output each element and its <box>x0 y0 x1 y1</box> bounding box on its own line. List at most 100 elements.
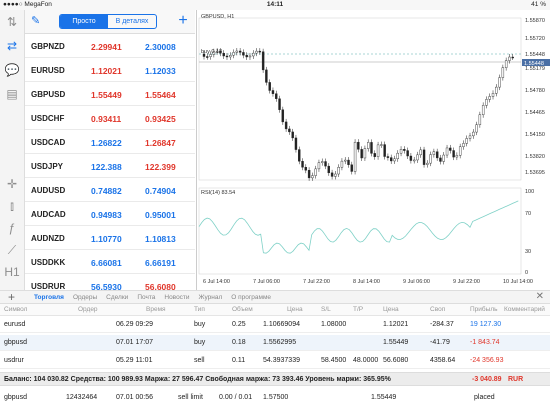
tab-0[interactable]: Торговля <box>34 294 64 301</box>
candle-body <box>314 168 317 176</box>
candle-body <box>360 149 363 159</box>
col-profit: Прибыль <box>470 306 498 313</box>
candle-body <box>429 154 432 164</box>
quote-ask: 0.93425 <box>145 114 176 124</box>
pending-order-row[interactable]: gbpusd 12432464 07.01 00:56 sell limit 0… <box>0 390 550 406</box>
candle-body <box>288 128 291 133</box>
tab-2[interactable]: Сделки <box>106 294 128 301</box>
candle-body <box>245 55 248 58</box>
candle-body <box>422 149 426 165</box>
tab-4[interactable]: Новости <box>164 294 189 301</box>
current-price-label: 1.55448 <box>524 61 544 67</box>
quote-row[interactable]: USDRUR 56.5930 56.6080 <box>25 274 195 290</box>
candle-body <box>445 147 449 156</box>
candle-body <box>340 160 344 168</box>
cell-symbol: eurusd <box>4 321 26 328</box>
candle-body <box>455 155 459 158</box>
cell-swap: -41.79 <box>430 339 450 346</box>
candle-body <box>330 172 334 177</box>
candle-body <box>435 151 439 159</box>
candle-body <box>491 93 495 97</box>
tab-6[interactable]: О программе <box>231 294 271 301</box>
quote-ask: 122.399 <box>145 162 176 172</box>
candle-body <box>353 141 357 172</box>
tab-5[interactable]: Журнал <box>199 294 223 301</box>
objects-icon[interactable]: ⟋ <box>4 242 20 258</box>
quote-row[interactable]: EURUSD 1.12021 1.12033 <box>25 58 195 82</box>
view-mode-switch: Просто В деталях <box>59 14 157 29</box>
candle-body <box>442 154 445 162</box>
timeframe-icon[interactable]: H1 <box>4 264 20 280</box>
quote-row[interactable]: USDCAD 1.26822 1.26847 <box>25 130 195 154</box>
candle-body <box>242 52 245 56</box>
crosshair-icon[interactable]: ✛ <box>4 176 20 192</box>
pencil-icon[interactable]: ✎ <box>31 14 45 28</box>
pending-type: sell limit <box>178 394 203 401</box>
position-row[interactable]: eurusd 06.29 09:29 buy 0.25 1.10669094 1.0800… <box>0 317 550 333</box>
candle-body <box>488 96 491 100</box>
pending-time: 07.01 00:56 <box>116 394 153 401</box>
quotes-toolbar: ✎ Просто В деталях + <box>25 10 195 34</box>
time-tick: 10 Jul 14:00 <box>503 279 533 285</box>
candle-body <box>416 154 419 161</box>
quote-row[interactable]: AUDUSD 0.74882 0.74904 <box>25 178 195 202</box>
candle-body <box>508 56 511 61</box>
price-chart[interactable]: GBPUSD, H1 buy 0.18 RSI(14) 83.54 1.55870 1.… <box>196 10 550 290</box>
candles-icon[interactable]: ⫾ <box>4 198 20 214</box>
candle-body <box>281 109 285 123</box>
candle-body <box>291 131 294 139</box>
quote-row[interactable]: USDCHF 0.93411 0.93425 <box>25 106 195 130</box>
add-order-icon[interactable]: + <box>8 290 15 304</box>
candle-body <box>248 55 252 58</box>
indicator-f-icon[interactable]: ƒ <box>4 220 20 236</box>
price-tick: 1.53695 <box>525 170 545 176</box>
quotes-arrows-icon[interactable]: ⇅ <box>4 14 20 30</box>
candle-body <box>485 99 488 106</box>
position-row[interactable]: usdrur 05.29 11:01 sell 0.11 54.3937339 58.45… <box>0 353 550 369</box>
chart-canvas[interactable]: GBPUSD, H1 buy 0.18 RSI(14) 83.54 1.55870 1.… <box>197 10 550 290</box>
cell-symbol: gbpusd <box>4 339 27 346</box>
quote-row[interactable]: USDDKK 6.66081 6.66191 <box>25 250 195 274</box>
quote-row[interactable]: AUDCAD 0.94983 0.95001 <box>25 202 195 226</box>
terminal-toolbar: + Торговля Ордеры Сделки Почта Новости Журнал… <box>0 290 550 304</box>
pending-symbol: gbpusd <box>4 394 27 401</box>
quote-row[interactable]: AUDNZD 1.10770 1.10813 <box>25 226 195 250</box>
tab-1[interactable]: Ордеры <box>73 294 97 301</box>
account-currency: RUR <box>508 376 524 383</box>
col-order: Ордер <box>78 306 98 313</box>
candle-body <box>406 150 409 157</box>
candle-body <box>373 153 376 157</box>
candle-body <box>370 142 373 154</box>
candle-body <box>465 138 468 144</box>
trade-arrows-icon[interactable]: ⇄ <box>4 38 20 54</box>
positions-header: Символ Ордер Время Тип Объем Цена S/L T/… <box>0 304 550 316</box>
mode-simple-button[interactable]: Просто <box>60 15 108 28</box>
quote-bid: 1.12021 <box>91 66 122 76</box>
cell-profit: 19 127.30 <box>470 321 502 328</box>
candle-body <box>367 142 370 149</box>
quote-ask: 0.74904 <box>145 186 176 196</box>
quote-row[interactable]: GBPNZD 2.29941 2.30008 <box>25 34 195 58</box>
position-row[interactable]: gbpusd 07.01 17:07 buy 0.18 1.5562995 1.55449… <box>0 335 550 351</box>
quote-bid: 6.66081 <box>91 258 122 268</box>
candle-body <box>327 165 331 174</box>
tab-3[interactable]: Почта <box>137 294 155 301</box>
candle-body <box>389 157 393 162</box>
col-swap: Своп <box>430 306 446 313</box>
candle-body <box>344 159 347 162</box>
candle-body <box>393 158 396 162</box>
quote-ask: 1.10813 <box>145 234 176 244</box>
candle-body <box>238 50 242 53</box>
close-terminal-icon[interactable]: ✕ <box>536 291 544 302</box>
quote-ask: 1.55464 <box>145 90 176 100</box>
document-icon[interactable]: ▤ <box>4 86 20 102</box>
quote-row[interactable]: USDJPY 122.388 122.399 <box>25 154 195 178</box>
add-symbol-icon[interactable]: + <box>175 12 191 30</box>
chat-icon[interactable]: 💬 <box>4 62 20 78</box>
quote-row[interactable]: GBPUSD 1.55449 1.55464 <box>25 82 195 106</box>
candle-body <box>462 143 465 147</box>
candle-body <box>478 114 482 125</box>
candle-body <box>432 151 436 155</box>
col-volume: Объем <box>232 306 253 313</box>
mode-detailed-button[interactable]: В деталях <box>108 15 156 28</box>
